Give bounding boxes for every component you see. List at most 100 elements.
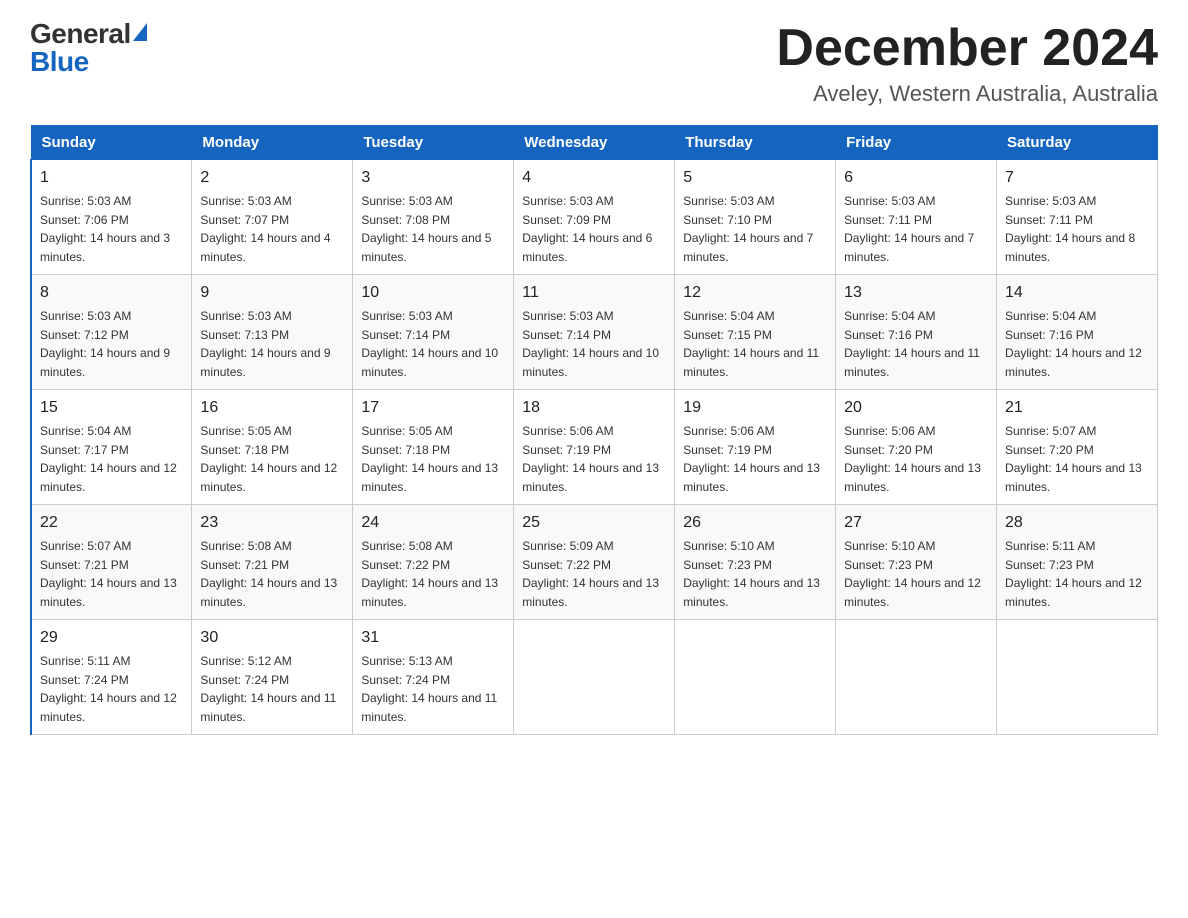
calendar-cell: 19Sunrise: 5:06 AMSunset: 7:19 PMDayligh… [675,390,836,505]
day-sunrise: Sunrise: 5:06 AM [844,424,935,438]
day-number: 2 [200,166,344,189]
day-sunset: Sunset: 7:23 PM [683,558,772,572]
day-number: 13 [844,281,988,304]
day-daylight: Daylight: 14 hours and 12 minutes. [1005,346,1142,378]
day-number: 4 [522,166,666,189]
day-sunrise: Sunrise: 5:05 AM [361,424,452,438]
calendar-week-row: 29Sunrise: 5:11 AMSunset: 7:24 PMDayligh… [31,620,1158,735]
calendar-week-row: 1Sunrise: 5:03 AMSunset: 7:06 PMDaylight… [31,160,1158,275]
day-sunrise: Sunrise: 5:04 AM [1005,309,1096,323]
day-daylight: Daylight: 14 hours and 11 minutes. [361,691,497,723]
day-sunrise: Sunrise: 5:10 AM [844,539,935,553]
calendar-header-thursday: Thursday [675,126,836,160]
day-sunset: Sunset: 7:18 PM [200,443,289,457]
day-sunset: Sunset: 7:07 PM [200,213,289,227]
calendar-cell: 31Sunrise: 5:13 AMSunset: 7:24 PMDayligh… [353,620,514,735]
day-sunrise: Sunrise: 5:03 AM [40,194,131,208]
day-sunrise: Sunrise: 5:12 AM [200,654,291,668]
day-sunset: Sunset: 7:24 PM [361,673,450,687]
day-daylight: Daylight: 14 hours and 12 minutes. [1005,576,1142,608]
calendar-cell: 26Sunrise: 5:10 AMSunset: 7:23 PMDayligh… [675,505,836,620]
day-sunrise: Sunrise: 5:03 AM [522,194,613,208]
day-sunrise: Sunrise: 5:03 AM [361,194,452,208]
calendar-cell [836,620,997,735]
day-number: 6 [844,166,988,189]
day-number: 3 [361,166,505,189]
logo-general-text: General [30,20,131,48]
calendar-cell: 18Sunrise: 5:06 AMSunset: 7:19 PMDayligh… [514,390,675,505]
day-sunset: Sunset: 7:11 PM [844,213,932,227]
day-number: 25 [522,511,666,534]
day-sunset: Sunset: 7:11 PM [1005,213,1093,227]
day-number: 26 [683,511,827,534]
day-sunset: Sunset: 7:22 PM [522,558,611,572]
day-sunrise: Sunrise: 5:11 AM [1005,539,1096,553]
day-daylight: Daylight: 14 hours and 13 minutes. [361,576,498,608]
day-number: 24 [361,511,505,534]
day-sunset: Sunset: 7:14 PM [361,328,450,342]
day-number: 9 [200,281,344,304]
day-sunset: Sunset: 7:19 PM [522,443,611,457]
day-daylight: Daylight: 14 hours and 13 minutes. [40,576,177,608]
day-daylight: Daylight: 14 hours and 13 minutes. [844,461,981,493]
day-sunset: Sunset: 7:19 PM [683,443,772,457]
calendar-week-row: 15Sunrise: 5:04 AMSunset: 7:17 PMDayligh… [31,390,1158,505]
day-sunset: Sunset: 7:09 PM [522,213,611,227]
day-sunrise: Sunrise: 5:10 AM [683,539,774,553]
day-sunset: Sunset: 7:21 PM [40,558,129,572]
day-sunset: Sunset: 7:06 PM [40,213,129,227]
day-number: 18 [522,396,666,419]
day-daylight: Daylight: 14 hours and 13 minutes. [522,461,659,493]
day-sunrise: Sunrise: 5:13 AM [361,654,452,668]
logo-blue-text: Blue [30,48,147,76]
calendar-cell: 17Sunrise: 5:05 AMSunset: 7:18 PMDayligh… [353,390,514,505]
month-title: December 2024 [776,20,1158,77]
calendar-cell: 3Sunrise: 5:03 AMSunset: 7:08 PMDaylight… [353,160,514,275]
day-sunset: Sunset: 7:15 PM [683,328,772,342]
calendar-cell: 5Sunrise: 5:03 AMSunset: 7:10 PMDaylight… [675,160,836,275]
day-sunset: Sunset: 7:18 PM [361,443,450,457]
calendar-cell: 25Sunrise: 5:09 AMSunset: 7:22 PMDayligh… [514,505,675,620]
day-daylight: Daylight: 14 hours and 12 minutes. [200,461,337,493]
calendar-header-tuesday: Tuesday [353,126,514,160]
day-daylight: Daylight: 14 hours and 12 minutes. [40,691,177,723]
day-number: 7 [1005,166,1149,189]
day-sunset: Sunset: 7:20 PM [1005,443,1094,457]
calendar-cell: 8Sunrise: 5:03 AMSunset: 7:12 PMDaylight… [31,275,192,390]
day-sunrise: Sunrise: 5:04 AM [844,309,935,323]
day-daylight: Daylight: 14 hours and 5 minutes. [361,231,491,263]
location-subtitle: Aveley, Western Australia, Australia [776,81,1158,107]
day-sunrise: Sunrise: 5:03 AM [200,309,291,323]
day-number: 8 [40,281,183,304]
day-number: 28 [1005,511,1149,534]
day-sunrise: Sunrise: 5:03 AM [522,309,613,323]
calendar-cell: 30Sunrise: 5:12 AMSunset: 7:24 PMDayligh… [192,620,353,735]
calendar-cell: 4Sunrise: 5:03 AMSunset: 7:09 PMDaylight… [514,160,675,275]
day-number: 15 [40,396,183,419]
calendar-cell: 14Sunrise: 5:04 AMSunset: 7:16 PMDayligh… [997,275,1158,390]
day-number: 30 [200,626,344,649]
title-section: December 2024 Aveley, Western Australia,… [776,20,1158,107]
day-sunrise: Sunrise: 5:07 AM [1005,424,1096,438]
calendar-header-saturday: Saturday [997,126,1158,160]
calendar-cell: 9Sunrise: 5:03 AMSunset: 7:13 PMDaylight… [192,275,353,390]
calendar-cell [514,620,675,735]
day-sunset: Sunset: 7:20 PM [844,443,933,457]
day-daylight: Daylight: 14 hours and 13 minutes. [361,461,498,493]
calendar-table: SundayMondayTuesdayWednesdayThursdayFrid… [30,125,1158,735]
day-sunrise: Sunrise: 5:04 AM [683,309,774,323]
day-number: 11 [522,281,666,304]
calendar-cell: 23Sunrise: 5:08 AMSunset: 7:21 PMDayligh… [192,505,353,620]
logo-triangle-icon [133,23,147,41]
calendar-cell: 6Sunrise: 5:03 AMSunset: 7:11 PMDaylight… [836,160,997,275]
day-sunset: Sunset: 7:23 PM [844,558,933,572]
day-number: 5 [683,166,827,189]
day-sunset: Sunset: 7:22 PM [361,558,450,572]
day-number: 12 [683,281,827,304]
day-sunrise: Sunrise: 5:03 AM [1005,194,1096,208]
day-number: 10 [361,281,505,304]
day-sunrise: Sunrise: 5:08 AM [361,539,452,553]
calendar-cell: 20Sunrise: 5:06 AMSunset: 7:20 PMDayligh… [836,390,997,505]
calendar-cell: 27Sunrise: 5:10 AMSunset: 7:23 PMDayligh… [836,505,997,620]
day-sunset: Sunset: 7:12 PM [40,328,129,342]
